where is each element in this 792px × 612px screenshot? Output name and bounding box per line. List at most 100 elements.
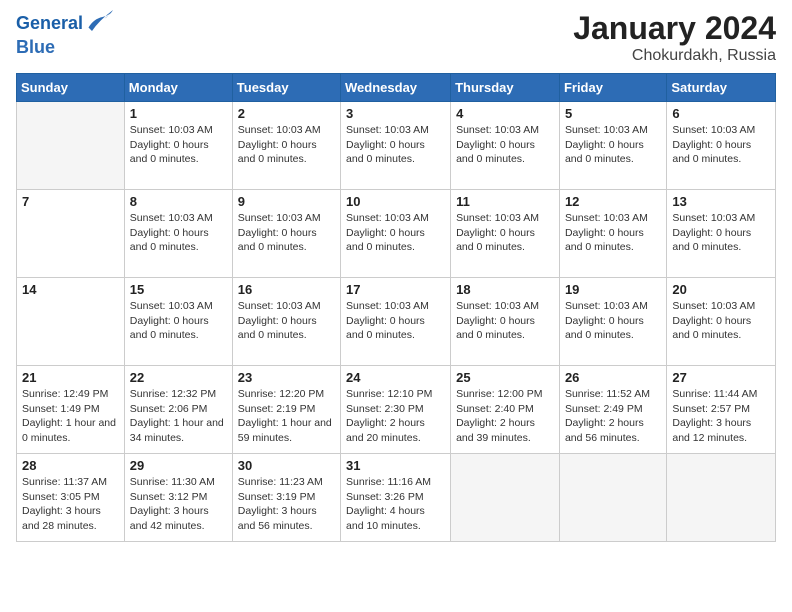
day-number: 16 — [238, 282, 335, 297]
day-cell: 11 Sunset: 10:03 AM Daylight: 0 hours and… — [451, 190, 560, 278]
day-info: Sunset: 10:03 AM Daylight: 0 hours and 0… — [346, 211, 445, 255]
day-cell — [667, 454, 776, 542]
day-number: 11 — [456, 194, 554, 209]
day-cell: 15Sunset: 10:03 AM Daylight: 0 hours and… — [124, 278, 232, 366]
day-info: Sunrise: 12:20 PM Sunset: 2:19 PM Daylig… — [238, 387, 335, 446]
day-number: 18 — [456, 282, 554, 297]
calendar-title: January 2024 — [573, 10, 776, 47]
day-info: Sunrise: 11:16 AM Sunset: 3:26 PM Daylig… — [346, 475, 445, 534]
day-cell: 23Sunrise: 12:20 PM Sunset: 2:19 PM Dayl… — [232, 366, 340, 454]
day-cell: 19Sunset: 10:03 AM Daylight: 0 hours and… — [559, 278, 666, 366]
day-info: Sunset: 10:03 AM Daylight: 0 hours and 0… — [565, 123, 661, 167]
day-cell: 1 Sunset: 10:03 AM Daylight: 0 hours and … — [124, 102, 232, 190]
day-number: 5 — [565, 106, 661, 121]
day-cell: 31 Sunrise: 11:16 AM Sunset: 3:26 PM Dayl… — [341, 454, 451, 542]
day-number: 26 — [565, 370, 661, 385]
day-cell: 12 Sunset: 10:03 AM Daylight: 0 hours and… — [559, 190, 666, 278]
week-row-2: 78 Sunset: 10:03 AM Daylight: 0 hours and… — [17, 190, 776, 278]
day-info: Sunset: 10:03 AM Daylight: 0 hours and 0… — [238, 211, 335, 255]
day-number: 3 — [346, 106, 445, 121]
day-cell: 5 Sunset: 10:03 AM Daylight: 0 hours and … — [559, 102, 666, 190]
header-wednesday: Wednesday — [341, 74, 451, 102]
logo-bird-icon — [85, 10, 113, 38]
week-row-4: 21 Sunrise: 12:49 PM Sunset: 1:49 PM Dayl… — [17, 366, 776, 454]
day-number: 28 — [22, 458, 119, 473]
day-cell: 10 Sunset: 10:03 AM Daylight: 0 hours and… — [341, 190, 451, 278]
day-info: Sunrise: 12:00 PM Sunset: 2:40 PM Daylig… — [456, 387, 554, 446]
day-info: Sunset: 10:03 AM Daylight: 0 hours and 0… — [238, 123, 335, 167]
day-info: Sunset: 10:03 AM Daylight: 0 hours and 0… — [672, 211, 770, 255]
day-cell: 14 — [17, 278, 125, 366]
page: General Blue January 2024 Chokurdakh, Ru… — [0, 0, 792, 612]
day-number: 1 — [130, 106, 227, 121]
day-number: 19 — [565, 282, 661, 297]
day-number: 21 — [22, 370, 119, 385]
day-info: Sunset: 10:03 AM Daylight: 0 hours and 0… — [238, 299, 335, 343]
day-cell: 29 Sunrise: 11:30 AM Sunset: 3:12 PM Dayl… — [124, 454, 232, 542]
week-row-3: 14 15Sunset: 10:03 AM Daylight: 0 hours a… — [17, 278, 776, 366]
day-info: Sunrise: 11:23 AM Sunset: 3:19 PM Daylig… — [238, 475, 335, 534]
day-number: 31 — [346, 458, 445, 473]
day-cell: 6 Sunset: 10:03 AM Daylight: 0 hours and … — [667, 102, 776, 190]
title-block: January 2024 Chokurdakh, Russia — [573, 10, 776, 65]
day-number: 14 — [22, 282, 119, 297]
day-number: 30 — [238, 458, 335, 473]
day-cell: 27 Sunrise: 11:44 AM Sunset: 2:57 PM Dayl… — [667, 366, 776, 454]
day-cell: 7 — [17, 190, 125, 278]
day-info: Sunrise: 11:52 AM Sunset: 2:49 PM Daylig… — [565, 387, 661, 446]
day-number: 27 — [672, 370, 770, 385]
day-cell — [559, 454, 666, 542]
day-info: Sunrise: 12:32 PM Sunset: 2:06 PM Daylig… — [130, 387, 227, 446]
day-number: 4 — [456, 106, 554, 121]
calendar-table: Sunday Monday Tuesday Wednesday Thursday… — [16, 73, 776, 542]
day-cell: 2 Sunset: 10:03 AM Daylight: 0 hours and … — [232, 102, 340, 190]
day-number: 8 — [130, 194, 227, 209]
day-cell: 18 Sunset: 10:03 AM Daylight: 0 hours and… — [451, 278, 560, 366]
day-info: Sunrise: 12:49 PM Sunset: 1:49 PM Daylig… — [22, 387, 119, 446]
day-number: 25 — [456, 370, 554, 385]
day-cell: 21 Sunrise: 12:49 PM Sunset: 1:49 PM Dayl… — [17, 366, 125, 454]
day-info: Sunset: 10:03 AM Daylight: 0 hours and 0… — [130, 299, 227, 343]
day-number: 20 — [672, 282, 770, 297]
day-number: 6 — [672, 106, 770, 121]
day-number: 2 — [238, 106, 335, 121]
day-cell: 3 Sunset: 10:03 AM Daylight: 0 hours and … — [341, 102, 451, 190]
day-cell — [17, 102, 125, 190]
day-cell: 30 Sunrise: 11:23 AM Sunset: 3:19 PM Dayl… — [232, 454, 340, 542]
day-info: Sunset: 10:03 AM Daylight: 0 hours and 0… — [456, 299, 554, 343]
day-cell: 8 Sunset: 10:03 AM Daylight: 0 hours and … — [124, 190, 232, 278]
day-info: Sunset: 10:03 AM Daylight: 0 hours and 0… — [672, 123, 770, 167]
logo-blue-text: Blue — [16, 37, 55, 57]
day-number: 7 — [22, 194, 119, 209]
day-info: Sunset: 10:03 AM Daylight: 0 hours and 0… — [346, 123, 445, 167]
day-info: Sunrise: 12:10 PM Sunset: 2:30 PM Daylig… — [346, 387, 445, 446]
day-info: Sunset: 10:03 AM Daylight: 0 hours and 0… — [130, 211, 227, 255]
day-info: Sunrise: 11:44 AM Sunset: 2:57 PM Daylig… — [672, 387, 770, 446]
week-row-1: 1 Sunset: 10:03 AM Daylight: 0 hours and … — [17, 102, 776, 190]
day-number: 13 — [672, 194, 770, 209]
day-cell — [451, 454, 560, 542]
day-cell: 13 Sunset: 10:03 AM Daylight: 0 hours and… — [667, 190, 776, 278]
header-thursday: Thursday — [451, 74, 560, 102]
day-info: Sunset: 10:03 AM Daylight: 0 hours and 0… — [565, 211, 661, 255]
day-info: Sunrise: 11:30 AM Sunset: 3:12 PM Daylig… — [130, 475, 227, 534]
day-info: Sunset: 10:03 AM Daylight: 0 hours and 0… — [456, 211, 554, 255]
day-info: Sunrise: 11:37 AM Sunset: 3:05 PM Daylig… — [22, 475, 119, 534]
day-number: 17 — [346, 282, 445, 297]
header-monday: Monday — [124, 74, 232, 102]
day-cell: 17Sunset: 10:03 AM Daylight: 0 hours and… — [341, 278, 451, 366]
day-info: Sunset: 10:03 AM Daylight: 0 hours and 0… — [672, 299, 770, 343]
day-cell: 22Sunrise: 12:32 PM Sunset: 2:06 PM Dayl… — [124, 366, 232, 454]
day-number: 29 — [130, 458, 227, 473]
day-cell: 20 Sunset: 10:03 AM Daylight: 0 hours and… — [667, 278, 776, 366]
header: General Blue January 2024 Chokurdakh, Ru… — [16, 10, 776, 65]
day-number: 10 — [346, 194, 445, 209]
logo-text: General — [16, 14, 83, 34]
day-number: 9 — [238, 194, 335, 209]
day-number: 12 — [565, 194, 661, 209]
header-saturday: Saturday — [667, 74, 776, 102]
day-cell: 24Sunrise: 12:10 PM Sunset: 2:30 PM Dayl… — [341, 366, 451, 454]
calendar-subtitle: Chokurdakh, Russia — [573, 47, 776, 65]
day-info: Sunset: 10:03 AM Daylight: 0 hours and 0… — [130, 123, 227, 167]
week-row-5: 28 Sunrise: 11:37 AM Sunset: 3:05 PM Dayl… — [17, 454, 776, 542]
